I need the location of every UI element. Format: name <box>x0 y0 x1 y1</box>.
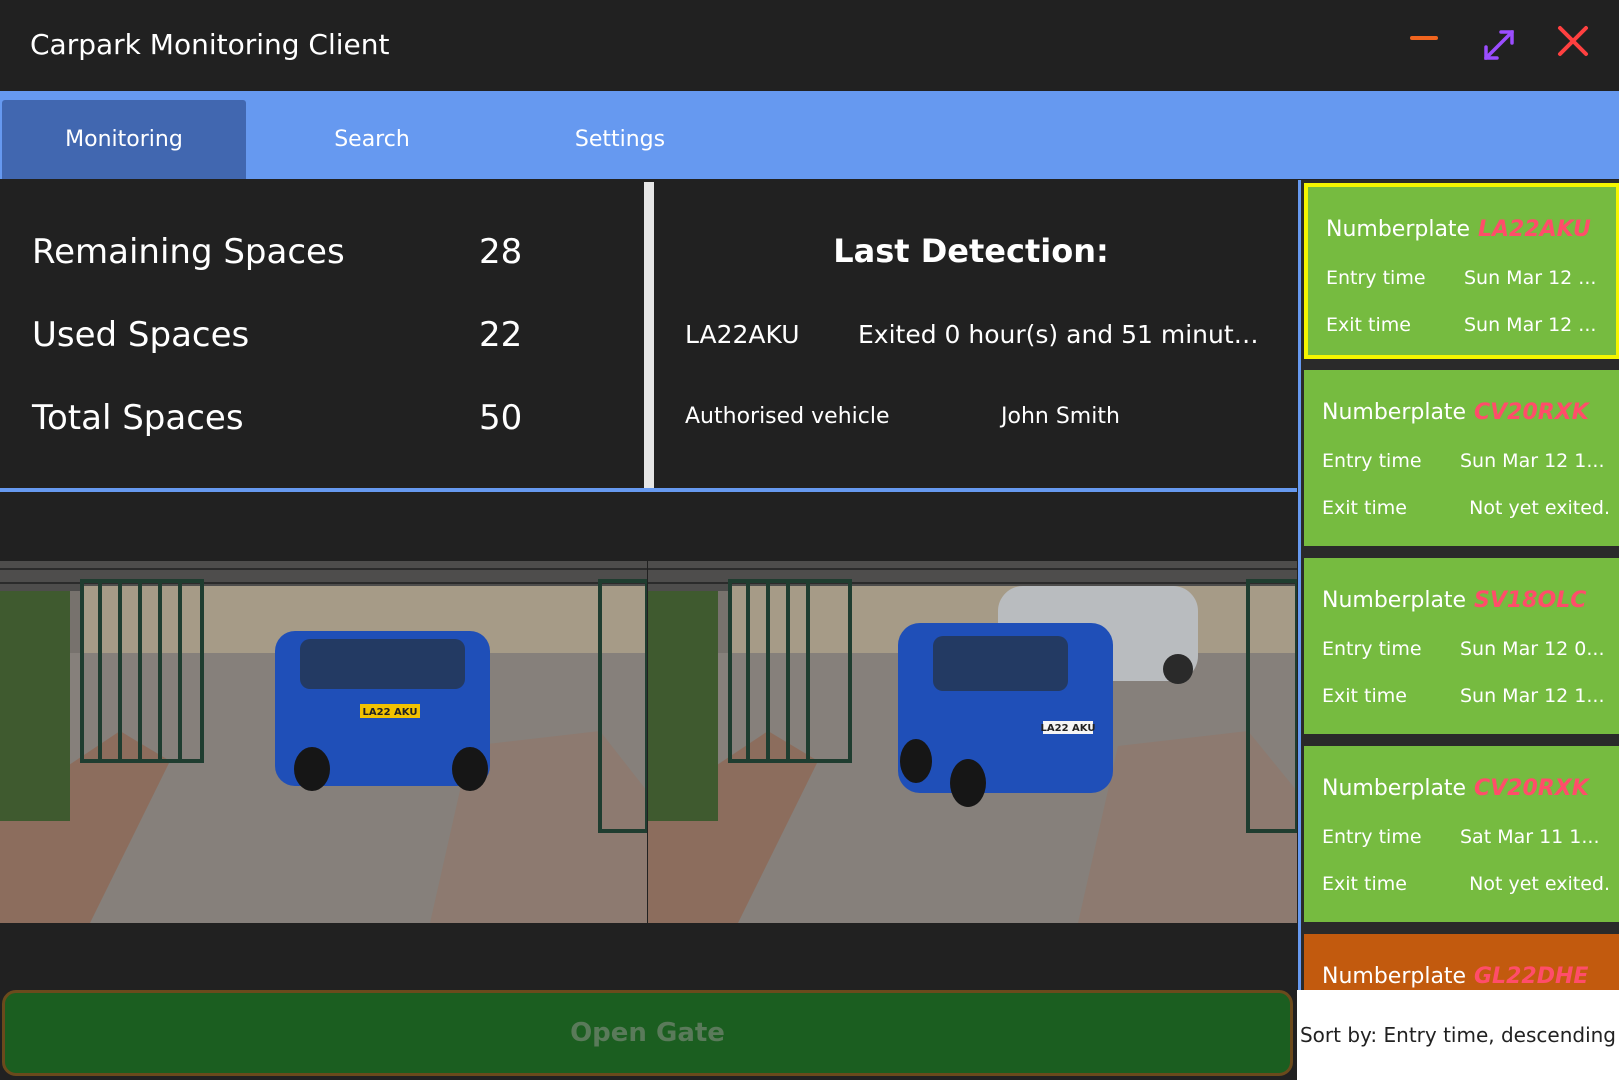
last-detection-title: Last Detection: <box>833 232 1109 270</box>
panel-divider <box>644 182 654 488</box>
section-divider <box>0 488 1297 492</box>
numberplate-label: Numberplate <box>1322 588 1467 613</box>
numberplate-value: SV18OLC <box>1474 588 1587 613</box>
minimize-button[interactable] <box>1396 16 1454 74</box>
remaining-spaces-value: 28 <box>479 232 523 272</box>
entry-time-label: Entry time <box>1326 267 1426 289</box>
last-detection-panel: Last Detection: LA22AKU Exited 0 hour(s)… <box>656 180 1296 488</box>
exit-camera-image: LA22 AKU <box>648 561 1297 923</box>
tab-settings[interactable]: Settings <box>498 100 742 179</box>
maximize-button[interactable] <box>1470 16 1528 74</box>
minimize-icon <box>1410 36 1438 40</box>
used-spaces-row: Used Spaces 22 <box>32 315 532 363</box>
title-bar: Carpark Monitoring Client <box>0 0 1619 91</box>
space-stats: Remaining Spaces 28 Used Spaces 22 Total… <box>0 180 645 488</box>
svg-text:LA22 AKU: LA22 AKU <box>1041 723 1096 734</box>
numberplate-value: CV20RXK <box>1474 776 1589 801</box>
svg-text:LA22 AKU: LA22 AKU <box>363 707 418 718</box>
close-icon <box>1558 26 1588 56</box>
remaining-spaces-row: Remaining Spaces 28 <box>32 232 532 280</box>
maximize-icon <box>1484 30 1514 60</box>
used-spaces-label: Used Spaces <box>32 315 250 355</box>
detection-card[interactable]: Numberplate LA22AKU Entry time Sun Mar 1… <box>1304 183 1619 359</box>
numberplate-value: CV20RXK <box>1474 400 1589 425</box>
numberplate-value: LA22AKU <box>1478 217 1591 242</box>
last-detection-plate: LA22AKU <box>685 320 800 349</box>
exit-time-label: Exit time <box>1322 873 1407 895</box>
numberplate-label: Numberplate <box>1322 400 1467 425</box>
entry-time-label: Entry time <box>1322 450 1422 472</box>
detection-card[interactable]: Numberplate CV20RXK Entry time Sat Mar 1… <box>1304 746 1619 922</box>
exit-time-value: Sun Mar 12 ... <box>1464 314 1597 336</box>
app-title: Carpark Monitoring Client <box>30 28 390 61</box>
exit-time-value: Not yet exited. <box>1469 873 1610 895</box>
owner-name: John Smith <box>1001 404 1120 429</box>
entry-camera-image: LA22 AKU <box>0 561 647 923</box>
exit-time-value: Sun Mar 12 1... <box>1460 685 1605 707</box>
exit-time-value: Not yet exited. <box>1469 497 1610 519</box>
total-spaces-value: 50 <box>479 398 523 438</box>
exit-time-label: Exit time <box>1326 314 1411 336</box>
numberplate-value: GL22DHE <box>1474 964 1589 989</box>
exit-time-label: Exit time <box>1322 497 1407 519</box>
entry-time-value: Sat Mar 11 1... <box>1460 826 1600 848</box>
entry-time-value: Sun Mar 12 ... <box>1464 267 1597 289</box>
tab-monitoring[interactable]: Monitoring <box>2 100 246 179</box>
numberplate-label: Numberplate <box>1322 964 1467 989</box>
entry-time-label: Entry time <box>1322 826 1422 848</box>
numberplate-label: Numberplate <box>1322 776 1467 801</box>
detection-list[interactable]: Numberplate LA22AKU Entry time Sun Mar 1… <box>1298 180 1619 992</box>
tab-search[interactable]: Search <box>250 100 494 179</box>
entry-time-value: Sun Mar 12 1... <box>1460 450 1605 472</box>
open-gate-button[interactable]: Open Gate <box>2 990 1293 1076</box>
exit-time-label: Exit time <box>1322 685 1407 707</box>
used-spaces-value: 22 <box>479 315 523 355</box>
entry-time-label: Entry time <box>1322 638 1422 660</box>
authorised-label: Authorised vehicle <box>685 404 890 429</box>
total-spaces-label: Total Spaces <box>32 398 244 438</box>
detection-card[interactable]: Numberplate GL22DHE <box>1304 934 1619 992</box>
remaining-spaces-label: Remaining Spaces <box>32 232 345 272</box>
close-button[interactable] <box>1546 16 1604 74</box>
detection-card[interactable]: Numberplate CV20RXK Entry time Sun Mar 1… <box>1304 370 1619 546</box>
tab-bar: Monitoring Search Settings <box>0 91 1619 179</box>
last-detection-status: Exited 0 hour(s) and 51 minutes ago <box>858 320 1268 349</box>
entry-time-value: Sun Mar 12 0... <box>1460 638 1605 660</box>
numberplate-label: Numberplate <box>1326 217 1471 242</box>
total-spaces-row: Total Spaces 50 <box>32 398 532 446</box>
sort-dropdown[interactable]: Sort by: Entry time, descending <box>1297 990 1619 1080</box>
detection-card[interactable]: Numberplate SV18OLC Entry time Sun Mar 1… <box>1304 558 1619 734</box>
